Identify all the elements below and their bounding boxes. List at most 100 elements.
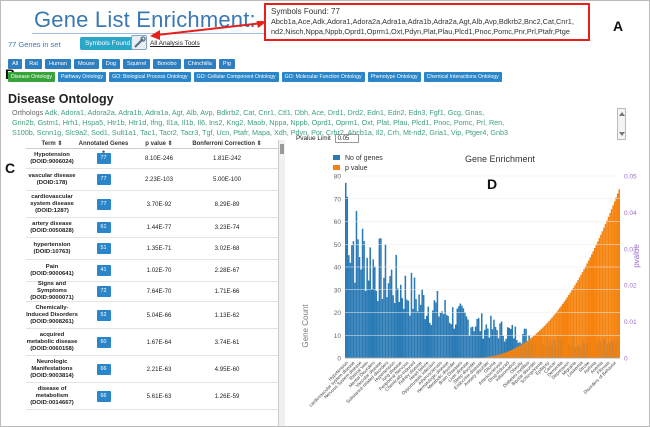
pvalue-cell: 2.23E-103 <box>144 176 174 183</box>
table-row[interactable]: Neurologic Manifestations (DOID:9003814)… <box>26 356 278 383</box>
term-cell[interactable]: hypertension (DOID:10763) <box>26 241 78 257</box>
annotated-genes-button[interactable]: 72 <box>96 286 111 297</box>
annotated-genes-button[interactable]: 52 <box>96 309 111 321</box>
table-row[interactable]: acquired metabolic disease (DOID:0060158… <box>26 329 278 356</box>
bonferroni-cell: 1.71E-66 <box>214 288 240 295</box>
column-header-annotated-genes[interactable]: Annotated Genes ⇕ <box>78 139 129 157</box>
tab-go-molecular-function[interactable]: GO: Molecular Function Ontology <box>281 72 365 82</box>
pvalue-bar <box>529 338 532 358</box>
pvalue-bar <box>603 227 605 358</box>
annotated-genes-button[interactable]: 51 <box>96 243 111 254</box>
table-scrollbar-thumb[interactable] <box>280 144 284 154</box>
pvalue-bar <box>548 321 550 358</box>
pvalue-cell: 7.64E-70 <box>146 288 172 295</box>
analysis-tools-icon[interactable] <box>131 35 147 50</box>
scroll-up-icon[interactable] <box>619 112 625 116</box>
annotated-genes-button[interactable]: 61 <box>96 222 111 233</box>
species-button-human[interactable]: Human <box>44 59 71 69</box>
species-button-dog[interactable]: Dog <box>101 59 121 69</box>
gene-count-bar <box>390 269 393 358</box>
table-row[interactable]: disease of metabolism (DOID:0014667) 66 5.… <box>26 383 278 410</box>
gene-count-bar <box>361 228 364 358</box>
table-row[interactable]: hypertension (DOID:10763) 51 1.35E-71 3.02E… <box>26 238 278 260</box>
gene-count-bar <box>351 245 353 358</box>
term-cell[interactable]: Signs and Symptoms (DOID:9000071) <box>26 280 78 303</box>
bonferroni-cell: 4.95E-60 <box>214 365 240 373</box>
table-row[interactable]: Hypotension (DOID:9006024) 77 8.10E-246 1.8… <box>26 149 278 169</box>
tab-disease-ontology[interactable]: Disease Ontology <box>8 72 55 82</box>
symbols-found-button[interactable]: Symbols Found <box>80 37 136 50</box>
term-cell[interactable]: Hypotension (DOID:9006024) <box>26 151 78 167</box>
gene-count-bar <box>381 298 384 358</box>
species-button-rat[interactable]: Rat <box>25 59 42 69</box>
scroll-down-icon[interactable] <box>619 132 625 136</box>
table-row[interactable]: Pain (DOID:9000641) 41 1.02E-70 2.28E-67 <box>26 260 278 282</box>
tab-phenotype-ontology[interactable]: Phenotype Ontology <box>367 72 421 82</box>
species-button-mouse[interactable]: Mouse <box>73 59 99 69</box>
pvalue-limit-select[interactable]: 0.05 <box>334 134 359 143</box>
bonferroni-cell: 1.26E-59 <box>214 392 240 400</box>
species-button-pig[interactable]: Pig <box>218 59 235 69</box>
term-cell[interactable]: vascular disease (DOID:178) <box>26 172 78 188</box>
table-scrollbar[interactable] <box>278 140 285 426</box>
annotated-genes-button[interactable]: 66 <box>96 363 111 375</box>
gene-count-bar <box>458 306 460 358</box>
table-row[interactable]: cardiovascular system disease (DOID:1287… <box>26 191 278 218</box>
tab-go-cellular-component[interactable]: GO: Cellular Component Ontology <box>193 72 279 82</box>
annotated-genes-cell: 61 <box>78 222 129 233</box>
y-tick-label: 0 <box>337 356 341 363</box>
column-header-bonferroni[interactable]: Bonferroni Correction ⇕ <box>189 139 265 148</box>
term-cell[interactable]: acquired metabolic disease (DOID:0060158… <box>26 331 78 354</box>
pvalue-cell: 2.21E-63 <box>146 365 172 373</box>
species-button-chinchilla[interactable]: Chinchilla <box>183 59 216 69</box>
annotated-genes-button[interactable]: 77 <box>96 198 111 210</box>
species-button-all[interactable]: All <box>8 59 23 69</box>
annotated-genes-cell: 77 <box>78 198 129 210</box>
species-button-bonobo[interactable]: Bonobo <box>153 59 181 69</box>
ontology-tab-bar: Disease Ontology Pathway Ontology GO: Bi… <box>8 72 502 82</box>
column-header-term[interactable]: Term ⇕ <box>26 139 78 148</box>
tab-pathway-ontology[interactable]: Pathway Ontology <box>57 72 107 82</box>
orthologs-scrollbar[interactable] <box>617 108 626 140</box>
gene-count-bar <box>445 314 448 358</box>
table-row[interactable]: Chemically-Induced Disorders (DOID:90082… <box>26 302 278 329</box>
term-cell[interactable]: Neurologic Manifestations (DOID:9003814) <box>26 358 78 381</box>
gene-count-bar <box>366 257 368 358</box>
pvalue-bar <box>508 351 510 358</box>
gene-count-bar <box>352 241 355 358</box>
callout-title: Symbols Found: 77 <box>271 7 340 16</box>
gene-count-bar <box>422 295 425 358</box>
panel-label-c: C <box>5 160 16 176</box>
table-row[interactable]: Signs and Symptoms (DOID:9000071) 72 7.64E… <box>26 280 278 303</box>
pvalue-bar <box>542 327 544 358</box>
annotated-genes-button[interactable]: 41 <box>96 265 111 276</box>
term-cell[interactable]: Chemically-Induced Disorders (DOID:90082… <box>26 304 78 327</box>
term-cell[interactable]: cardiovascular system disease (DOID:1287… <box>26 193 78 216</box>
annotated-genes-button[interactable]: 77 <box>96 174 111 185</box>
pvalue-bar <box>540 329 543 358</box>
table-header: Term ⇕ Annotated Genes ⇕ p value ⇕ Bonfe… <box>26 139 278 157</box>
pvalue-bar <box>561 303 564 358</box>
column-header-annotated-label: Annotated Genes <box>78 141 129 147</box>
y-tick-label: 80 <box>334 174 342 181</box>
table-row[interactable]: artery disease (DOID:0050828) 61 1.44E-77 3… <box>26 218 278 238</box>
annotated-genes-button[interactable]: 66 <box>96 390 111 402</box>
term-cell[interactable]: Pain (DOID:9000641) <box>26 263 78 279</box>
gene-count-bar <box>421 289 423 358</box>
column-header-pvalue[interactable]: p value ⇕ <box>129 139 189 148</box>
annotated-genes-button[interactable]: 77 <box>96 153 111 164</box>
gene-count-bar <box>372 259 375 358</box>
tab-go-biological-process[interactable]: GO: Biological Process Ontology <box>109 72 191 82</box>
gene-count-bar <box>425 315 428 358</box>
pvalue-bar <box>506 351 509 358</box>
all-analysis-tools-link[interactable]: All Analysis Tools <box>150 40 200 47</box>
term-cell[interactable]: artery disease (DOID:0050828) <box>26 220 78 236</box>
y-tick-label: 30 <box>334 287 342 294</box>
term-cell[interactable]: disease of metabolism (DOID:0014667) <box>26 385 78 408</box>
pvalue-bar <box>558 308 561 358</box>
tab-chemical-interactions[interactable]: Chemical Interactions Ontology <box>423 72 502 82</box>
species-button-squirrel[interactable]: Squirrel <box>123 59 151 69</box>
gene-count-bar <box>389 275 391 358</box>
annotated-genes-button[interactable]: 60 <box>96 336 111 348</box>
table-row[interactable]: vascular disease (DOID:178) 77 2.23E-103 5.… <box>26 169 278 191</box>
